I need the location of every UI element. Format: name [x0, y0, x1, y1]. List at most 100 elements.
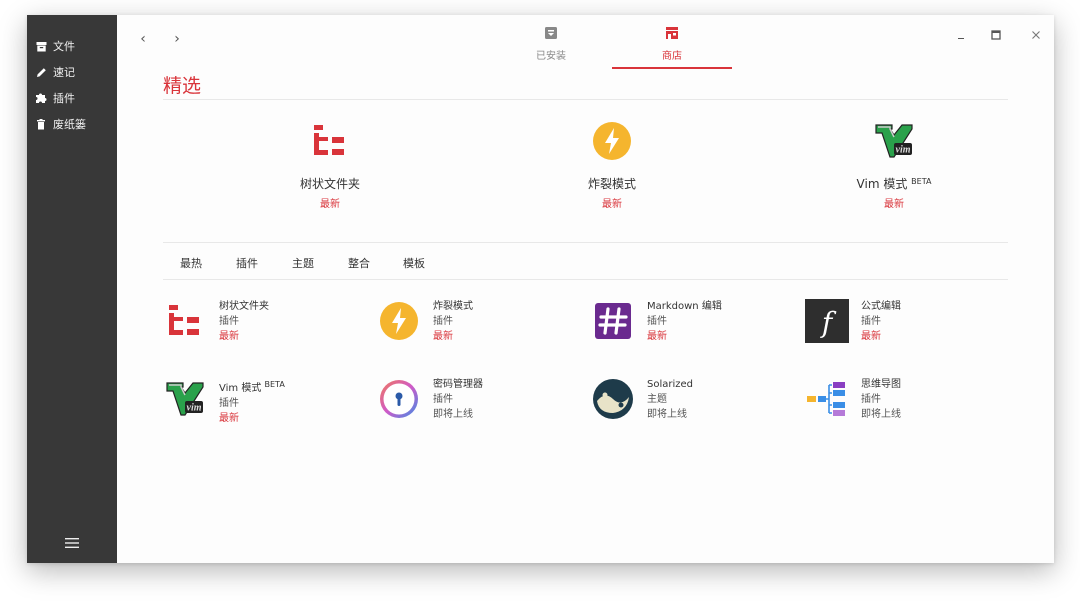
list-item-text: Markdown 编辑 插件 最新	[647, 299, 722, 344]
function-icon: f	[805, 299, 849, 343]
featured-item-name-text: Vim 模式	[856, 177, 908, 191]
sidebar-item-notes[interactable]: 速记	[35, 63, 75, 81]
list-item-password-manager[interactable]: 密码管理器 插件 即将上线	[377, 377, 577, 431]
lightning-icon	[377, 299, 421, 343]
sidebar-item-label: 文件	[53, 40, 75, 53]
sidebar-item-label: 插件	[53, 92, 75, 105]
featured-item-vim-mode[interactable]: vim Vim 模式 BETA 最新	[819, 119, 969, 210]
beta-badge: BETA	[911, 177, 932, 186]
featured-item-tree-folder[interactable]: 树状文件夹 最新	[255, 119, 405, 210]
list-item-status: 即将上线	[647, 409, 687, 420]
featured-item-explosion-mode[interactable]: 炸裂模式 最新	[537, 119, 687, 210]
list-item-name-text: Vim 模式	[219, 383, 262, 394]
list-item-name: 炸裂模式	[433, 301, 473, 312]
category-tab-templates[interactable]: 模板	[403, 255, 425, 271]
divider	[163, 242, 1008, 243]
vim-logo-icon: vim	[163, 377, 207, 421]
list-item-solarized[interactable]: Solarized 主题 即将上线	[591, 377, 791, 431]
sidebar-item-plugins[interactable]: 插件	[35, 89, 75, 107]
sidebar-item-files[interactable]: 文件	[35, 37, 75, 55]
minimize-icon	[958, 38, 964, 39]
back-button[interactable]: ‹	[135, 31, 151, 47]
featured-title: 精选	[163, 75, 202, 97]
category-tab-themes[interactable]: 主题	[292, 255, 314, 271]
list-item-type: 插件	[433, 394, 453, 405]
list-item-status: 最新	[861, 331, 881, 342]
forward-arrow-icon: ›	[174, 31, 180, 47]
trash-icon	[35, 118, 47, 130]
list-item-status: 最新	[219, 413, 239, 424]
featured-item-tag: 最新	[320, 199, 340, 210]
sidebar-item-label: 速记	[53, 66, 75, 79]
list-item-name: 公式编辑	[861, 301, 901, 312]
list-item-name: Vim 模式 BETA	[219, 377, 285, 396]
list-item-vim-mode[interactable]: vim Vim 模式 BETA 插件 最新	[163, 377, 363, 431]
lightning-icon	[590, 119, 634, 163]
back-arrow-icon: ‹	[140, 31, 146, 47]
maximize-icon	[991, 30, 1001, 40]
close-button[interactable]	[1028, 27, 1044, 43]
list-item-text: 公式编辑 插件 最新	[861, 299, 901, 344]
list-item-status: 最新	[433, 331, 453, 342]
list-item-text: 思维导图 插件 即将上线	[861, 377, 901, 422]
list-item-type: 插件	[219, 398, 239, 409]
tab-store[interactable]: 商店	[612, 23, 732, 69]
featured-item-tag: 最新	[884, 199, 904, 210]
list-item-text: 密码管理器 插件 即将上线	[433, 377, 483, 422]
category-tab-hottest[interactable]: 最热	[180, 255, 202, 271]
forward-button[interactable]: ›	[169, 31, 185, 47]
list-item-status: 即将上线	[433, 409, 473, 420]
keyhole-icon	[377, 377, 421, 421]
tree-folder-icon	[308, 119, 352, 163]
list-item-text: Vim 模式 BETA 插件 最新	[219, 377, 285, 426]
archive-icon	[35, 40, 47, 52]
tab-installed[interactable]: 已安装	[491, 23, 611, 69]
list-item-name: 树状文件夹	[219, 301, 269, 312]
mind-map-icon	[805, 377, 849, 421]
featured-item-tag: 最新	[602, 199, 622, 210]
hash-icon	[591, 299, 635, 343]
tab-label: 商店	[662, 51, 682, 62]
beta-badge: BETA	[264, 380, 285, 389]
list-item-formula-editor[interactable]: f 公式编辑 插件 最新	[805, 299, 1005, 353]
svg-text:vim: vim	[896, 145, 911, 156]
list-item-type: 主题	[647, 394, 667, 405]
featured-item-name: 树状文件夹	[299, 177, 360, 191]
list-item-name: Markdown 编辑	[647, 301, 722, 312]
list-item-markdown-editor[interactable]: Markdown 编辑 插件 最新	[591, 299, 791, 353]
list-item-explosion-mode[interactable]: 炸裂模式 插件 最新	[377, 299, 577, 353]
divider	[163, 99, 1008, 100]
list-item-type: 插件	[861, 316, 881, 327]
store-icon	[612, 25, 732, 44]
vim-logo-icon: vim	[872, 119, 916, 163]
yin-yang-icon	[591, 377, 635, 421]
featured-item-name: 炸裂模式	[587, 177, 636, 191]
sidebar-item-label: 废纸篓	[53, 118, 86, 131]
maximize-button[interactable]	[988, 27, 1004, 43]
pencil-icon	[35, 66, 47, 78]
list-item-name: 思维导图	[861, 379, 901, 390]
list-item-type: 插件	[219, 316, 239, 327]
sidebar: 文件 速记 插件 废纸篓	[27, 15, 117, 563]
list-item-tree-folder[interactable]: 树状文件夹 插件 最新	[163, 299, 363, 353]
tab-label: 已安装	[536, 51, 566, 62]
installed-box-icon	[491, 25, 611, 44]
minimize-button[interactable]	[954, 27, 970, 43]
app-window: 文件 速记 插件 废纸篓 ‹ › 已安装 商店 精选 树状文件夹 最新 炸裂模式…	[27, 15, 1054, 563]
svg-text:vim: vim	[187, 403, 202, 414]
list-item-status: 最新	[219, 331, 239, 342]
list-item-status: 最新	[647, 331, 667, 342]
list-item-type: 插件	[647, 316, 667, 327]
list-item-mind-map[interactable]: 思维导图 插件 即将上线	[805, 377, 1005, 431]
hamburger-menu-icon[interactable]	[64, 535, 80, 549]
close-icon	[1032, 31, 1040, 39]
list-item-type: 插件	[433, 316, 453, 327]
tree-folder-icon	[163, 299, 207, 343]
list-item-text: 炸裂模式 插件 最新	[433, 299, 473, 344]
featured-item-name: Vim 模式 BETA	[819, 175, 969, 192]
list-item-text: Solarized 主题 即将上线	[647, 377, 693, 422]
category-tab-integrations[interactable]: 整合	[348, 255, 370, 271]
sidebar-item-trash[interactable]: 废纸篓	[35, 115, 86, 133]
category-tab-plugins[interactable]: 插件	[236, 255, 258, 271]
list-item-type: 插件	[861, 394, 881, 405]
